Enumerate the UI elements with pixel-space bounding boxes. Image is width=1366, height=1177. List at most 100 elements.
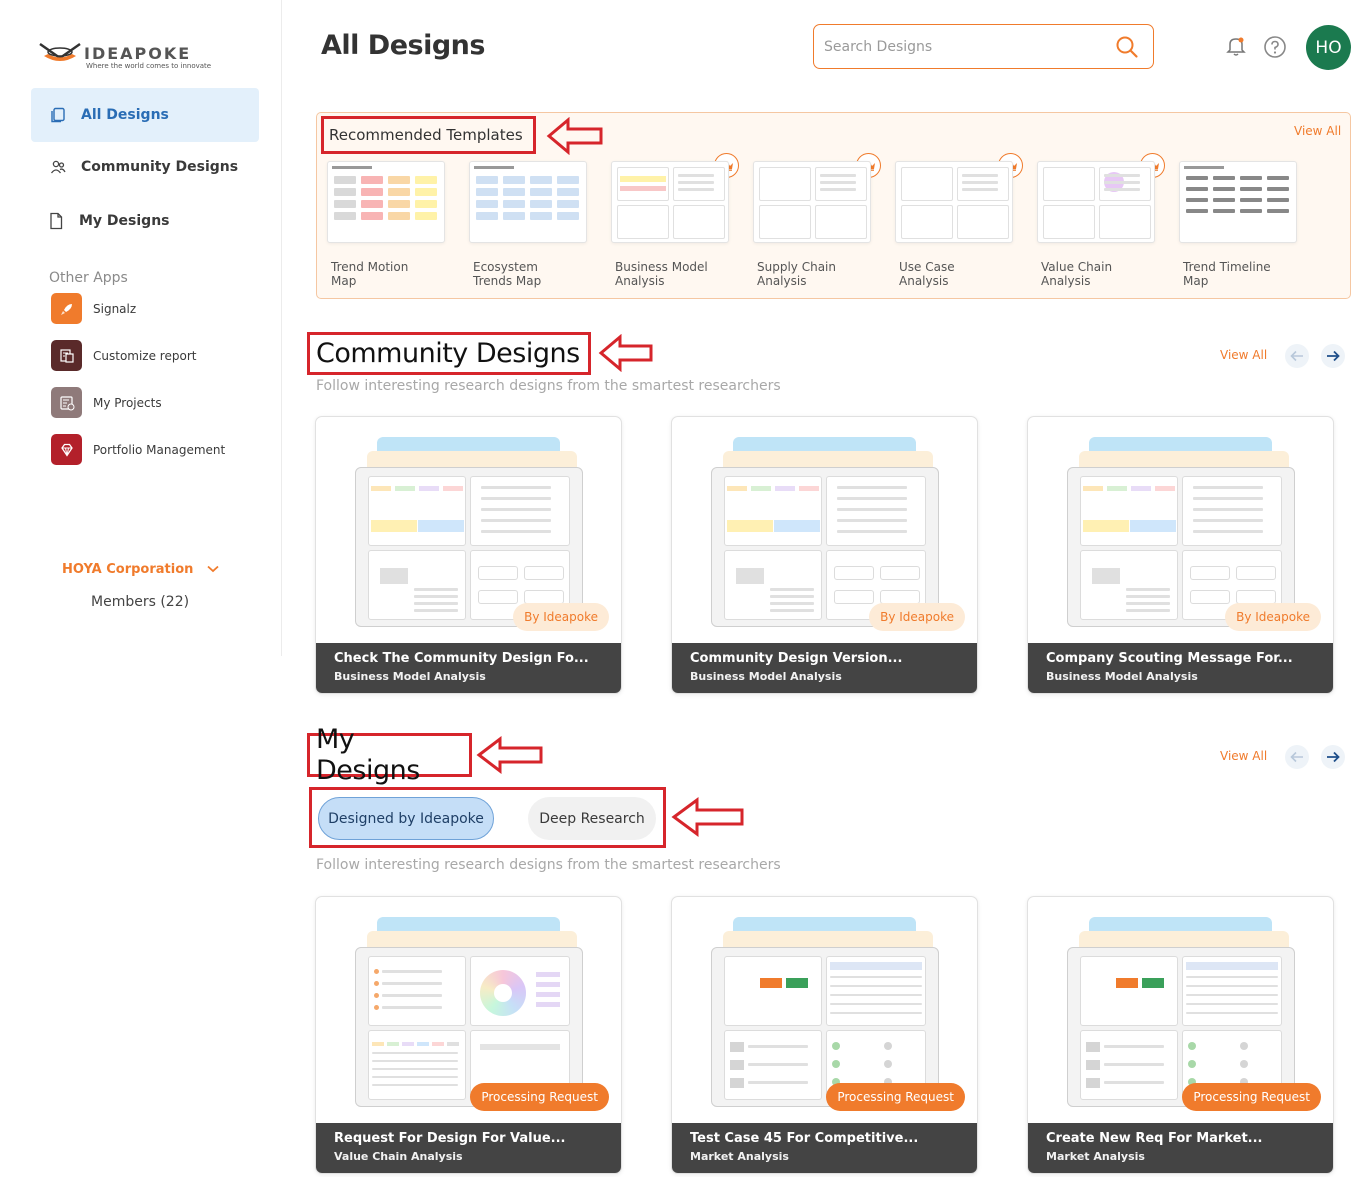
design-card[interactable]: By Ideapoke Check The Community Design Fo…	[315, 416, 622, 694]
annotation-arrow-icon	[671, 797, 744, 837]
card-subtitle: Market Analysis	[690, 1150, 789, 1163]
template-thumbnail	[327, 161, 445, 243]
sidebar-item-community-designs[interactable]: Community Designs	[31, 140, 259, 194]
card-footer: Create New Req For Market... Market Analy…	[1028, 1123, 1333, 1173]
sidebar-item-all-designs[interactable]: All Designs	[31, 88, 259, 142]
sidebar-item-label: My Designs	[79, 213, 170, 229]
bell-icon[interactable]	[1226, 35, 1246, 61]
template-label: Trend Timeline Map	[1183, 260, 1271, 288]
card-badge: Processing Request	[826, 1083, 965, 1111]
rocket-icon	[51, 293, 82, 324]
app-item-customize-report[interactable]: Customize report	[51, 340, 196, 371]
other-apps-heading: Other Apps	[49, 270, 128, 286]
card-subtitle: Value Chain Analysis	[334, 1150, 463, 1163]
card-title: Check The Community Design Fo...	[334, 651, 589, 666]
projects-icon	[51, 387, 82, 418]
template-card[interactable]: Supply Chain Analysis	[753, 153, 881, 288]
tab-deep-research[interactable]: Deep Research	[528, 797, 656, 840]
annotation-arrow-icon	[598, 334, 653, 372]
arrow-left-icon	[1290, 350, 1303, 362]
recommended-templates-title: Recommended Templates	[321, 116, 536, 154]
search-icon[interactable]	[1115, 35, 1139, 63]
page: IDEAPOKE Where the world comes to innova…	[0, 0, 1366, 1177]
app-label: Customize report	[93, 348, 197, 363]
logo[interactable]: IDEAPOKE Where the world comes to innova…	[38, 36, 228, 72]
annotation-arrow-icon	[476, 736, 543, 774]
card-title: Test Case 45 For Competitive...	[690, 1131, 919, 1146]
card-badge: Processing Request	[470, 1083, 609, 1111]
app-item-my-projects[interactable]: My Projects	[51, 387, 162, 418]
card-title: Create New Req For Market...	[1046, 1131, 1263, 1146]
template-card[interactable]: Use Case Analysis	[895, 153, 1023, 288]
community-view-all-link[interactable]: View All	[1220, 348, 1267, 362]
report-icon	[51, 340, 82, 371]
community-subtitle: Follow interesting research designs from…	[316, 378, 781, 394]
logo-mark-icon	[39, 42, 81, 61]
tab-designed-by-ideapoke[interactable]: Designed by Ideapoke	[318, 797, 494, 840]
users-icon	[49, 158, 67, 176]
card-subtitle: Market Analysis	[1046, 1150, 1145, 1163]
app-label: My Projects	[93, 395, 162, 410]
template-card[interactable]: Trend Motion Map	[327, 161, 445, 288]
my-designs-next-button[interactable]	[1321, 745, 1345, 769]
card-footer: Company Scouting Message For... Business …	[1028, 643, 1333, 693]
template-card[interactable]: Ecosystem Trends Map	[469, 161, 587, 288]
template-thumbnail	[1179, 161, 1297, 243]
card-subtitle: Business Model Analysis	[690, 670, 842, 683]
copy-icon	[49, 106, 67, 124]
my-designs-view-all-link[interactable]: View All	[1220, 749, 1267, 763]
avatar[interactable]: HO	[1306, 25, 1351, 70]
template-label: Ecosystem Trends Map	[473, 260, 542, 288]
recommended-view-all-link[interactable]: View All	[1294, 124, 1341, 138]
app-item-signalz[interactable]: Signalz	[51, 293, 136, 324]
sidebar-item-label: All Designs	[81, 107, 169, 123]
card-badge: By Ideapoke	[1225, 603, 1321, 631]
sidebar: IDEAPOKE Where the world comes to innova…	[0, 0, 282, 656]
chevron-down-icon	[207, 562, 219, 577]
card-footer: Request For Design For Value... Value Cha…	[316, 1123, 621, 1173]
app-item-portfolio-management[interactable]: Portfolio Management	[51, 434, 225, 465]
template-thumbnail	[895, 161, 1013, 243]
card-footer: Community Design Version... Business Mode…	[672, 643, 977, 693]
logo-tagline: Where the world comes to innovate	[86, 62, 212, 70]
template-label: Use Case Analysis	[899, 260, 955, 288]
card-subtitle: Business Model Analysis	[334, 670, 486, 683]
design-card[interactable]: By Ideapoke Company Scouting Message For.…	[1027, 416, 1334, 694]
card-badge: By Ideapoke	[869, 603, 965, 631]
members-count[interactable]: Members (22)	[91, 594, 189, 610]
community-prev-button[interactable]	[1285, 344, 1309, 368]
my-designs-tab-group: Designed by Ideapoke Deep Research	[309, 787, 666, 848]
template-label: Supply Chain Analysis	[757, 260, 836, 288]
sidebar-item-my-designs[interactable]: My Designs	[31, 194, 259, 248]
card-title: Request For Design For Value...	[334, 1131, 566, 1146]
org-selector[interactable]: HOYA Corporation	[62, 562, 219, 577]
design-card[interactable]: Processing Request Test Case 45 For Compe…	[671, 896, 978, 1174]
arrow-right-icon	[1327, 751, 1340, 763]
sidebar-item-label: Community Designs	[81, 159, 239, 175]
help-icon[interactable]	[1263, 35, 1287, 63]
search-box	[813, 24, 1154, 69]
arrow-right-icon	[1327, 350, 1340, 362]
design-card[interactable]: Processing Request Create New Req For Mar…	[1027, 896, 1334, 1174]
template-label: Trend Motion Map	[331, 260, 409, 288]
org-name: HOYA Corporation	[62, 562, 194, 577]
logo-text: IDEAPOKE	[84, 44, 192, 63]
my-designs-prev-button[interactable]	[1285, 745, 1309, 769]
card-footer: Test Case 45 For Competitive... Market An…	[672, 1123, 977, 1173]
arrow-left-icon	[1290, 751, 1303, 763]
community-designs-title: Community Designs	[307, 332, 591, 375]
template-thumbnail	[469, 161, 587, 243]
community-next-button[interactable]	[1321, 344, 1345, 368]
design-card[interactable]: Processing Request Request For Design For…	[315, 896, 622, 1174]
design-card[interactable]: By Ideapoke Community Design Version... Bu…	[671, 416, 978, 694]
search-input[interactable]	[824, 35, 1104, 59]
my-designs-subtitle: Follow interesting research designs from…	[316, 857, 781, 873]
template-card[interactable]: Trend Timeline Map	[1179, 161, 1297, 288]
app-label: Signalz	[93, 301, 137, 316]
app-label: Portfolio Management	[93, 442, 226, 457]
template-card[interactable]: Value Chain Analysis	[1037, 153, 1165, 288]
card-badge: Processing Request	[1182, 1083, 1321, 1111]
card-subtitle: Business Model Analysis	[1046, 670, 1198, 683]
template-card[interactable]: Business Model Analysis	[611, 153, 739, 288]
template-thumbnail	[753, 161, 871, 243]
